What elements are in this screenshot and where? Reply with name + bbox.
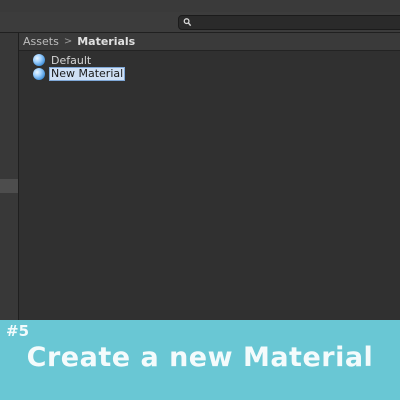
material-sphere-icon — [33, 54, 45, 66]
breadcrumb-item-materials[interactable]: Materials — [77, 35, 135, 48]
asset-item-default[interactable]: Default — [33, 53, 93, 67]
asset-rename-field[interactable]: New Material — [49, 67, 126, 81]
search-icon — [183, 18, 192, 27]
asset-item-new-material[interactable]: New Material — [33, 67, 126, 81]
asset-label: Default — [51, 53, 92, 67]
tree-selected-item[interactable] — [0, 179, 18, 193]
tutorial-banner: #5 Create a new Material — [0, 320, 400, 400]
breadcrumb: Assets > Materials — [19, 33, 400, 51]
step-number: #5 — [6, 322, 30, 340]
material-sphere-icon — [33, 68, 45, 80]
asset-list-pane[interactable]: Assets > Materials Default New Material — [19, 33, 400, 320]
search-input[interactable] — [178, 15, 400, 30]
breadcrumb-item-assets[interactable]: Assets — [23, 35, 59, 48]
banner-title: Create a new Material — [26, 342, 374, 373]
folder-tree-pane[interactable] — [0, 33, 19, 320]
chevron-right-icon: > — [63, 36, 73, 47]
